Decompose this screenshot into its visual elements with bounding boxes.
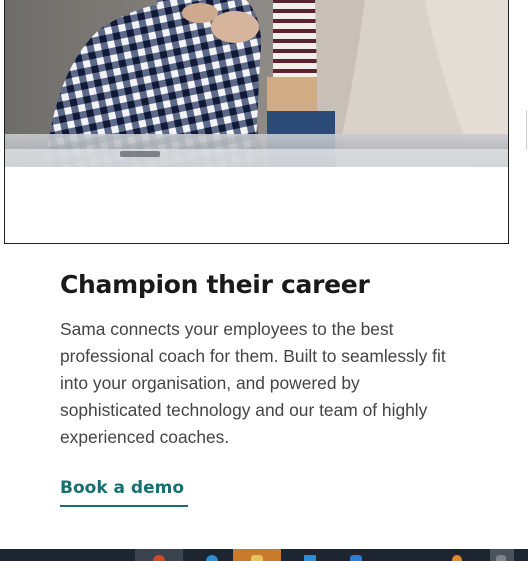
taskbar-app-user[interactable] [440, 549, 476, 561]
page: Champion their career Sama connects your… [0, 0, 528, 561]
taskbar [0, 549, 528, 561]
book-demo-link[interactable]: Book a demo [60, 477, 189, 507]
show-desktop-button[interactable] [490, 549, 514, 561]
hero-card [4, 0, 509, 244]
show-desktop-icon [496, 555, 506, 561]
browser-red-icon [153, 555, 165, 561]
file-explorer-icon [251, 555, 263, 561]
section-body: Sama connects your employees to the best… [60, 319, 446, 447]
user-icon [452, 555, 462, 561]
hero-image [5, 0, 508, 167]
taskbar-app-file-explorer[interactable] [233, 549, 281, 561]
taskbar-app-edge[interactable] [192, 549, 232, 561]
taskbar-app-mail[interactable] [290, 549, 330, 561]
taskbar-app-browser[interactable] [135, 549, 183, 561]
store-icon [350, 555, 362, 561]
taskbar-app-store[interactable] [338, 549, 378, 561]
scrollbar-edge[interactable] [526, 110, 527, 150]
section-heading: Champion their career [60, 270, 370, 299]
feature-section: Champion their career Sama connects your… [60, 266, 450, 507]
edge-icon [206, 555, 218, 561]
mail-icon [304, 555, 316, 561]
